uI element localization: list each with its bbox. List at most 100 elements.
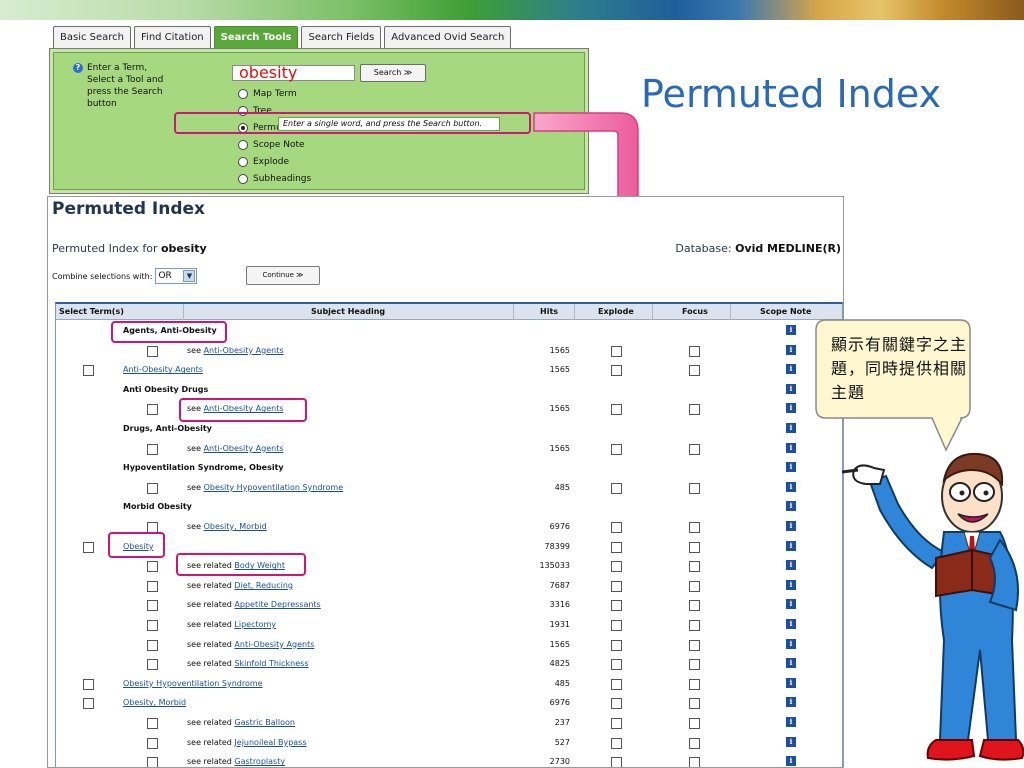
focus-checkbox[interactable]	[689, 659, 700, 671]
explode-checkbox[interactable]	[611, 580, 622, 592]
explode-checkbox[interactable]	[611, 757, 622, 767]
tab-search-tools[interactable]: Search Tools	[213, 26, 299, 48]
focus-checkbox[interactable]	[689, 345, 700, 357]
select-checkbox[interactable]	[147, 639, 158, 651]
combine-operator-select[interactable]: OR ▼	[155, 268, 198, 284]
select-checkbox[interactable]	[147, 443, 158, 455]
scope-note-icon[interactable]: i	[786, 736, 796, 747]
tab-advanced-ovid-search[interactable]: Advanced Ovid Search	[384, 26, 512, 48]
focus-checkbox[interactable]	[689, 365, 700, 377]
explode-checkbox[interactable]	[611, 541, 622, 553]
explode-checkbox[interactable]	[611, 718, 622, 729]
select-checkbox[interactable]	[147, 561, 158, 573]
focus-checkbox[interactable]	[689, 678, 700, 690]
select-checkbox[interactable]	[147, 580, 158, 592]
focus-checkbox[interactable]	[689, 482, 700, 494]
select-checkbox[interactable]	[147, 718, 158, 729]
subject-heading-link[interactable]: Gastroplasty	[234, 757, 285, 766]
explode-checkbox[interactable]	[611, 698, 622, 710]
select-checkbox[interactable]	[147, 404, 158, 416]
explode-checkbox[interactable]	[611, 443, 622, 455]
explode-checkbox[interactable]	[611, 522, 622, 533]
scope-note-icon[interactable]: i	[786, 442, 796, 453]
select-checkbox[interactable]	[147, 620, 158, 631]
tab-basic-search[interactable]: Basic Search	[53, 26, 132, 48]
explode-checkbox[interactable]	[611, 737, 622, 749]
focus-checkbox[interactable]	[689, 580, 700, 592]
explode-checkbox[interactable]	[611, 482, 622, 494]
tool-option-scope-note[interactable]: Scope Note	[238, 138, 305, 152]
explode-checkbox[interactable]	[611, 639, 622, 651]
explode-checkbox[interactable]	[611, 561, 622, 573]
tool-option-map-term[interactable]: Map Term	[238, 87, 297, 101]
radio-button[interactable]	[238, 89, 248, 99]
scope-note-icon[interactable]: i	[786, 481, 796, 492]
scope-note-icon[interactable]: i	[786, 462, 796, 473]
select-checkbox[interactable]	[83, 698, 94, 710]
scope-note-icon[interactable]: i	[786, 325, 796, 335]
focus-checkbox[interactable]	[689, 757, 700, 767]
focus-checkbox[interactable]	[689, 561, 700, 573]
focus-checkbox[interactable]	[689, 718, 700, 729]
radio-button[interactable]	[238, 174, 248, 184]
explode-checkbox[interactable]	[611, 404, 622, 416]
scope-note-icon[interactable]: i	[786, 756, 796, 767]
tab-find-citation[interactable]: Find Citation	[134, 26, 211, 48]
focus-checkbox[interactable]	[689, 639, 700, 651]
subject-heading-link[interactable]: Anti-Obesity Agents	[204, 444, 284, 453]
select-checkbox[interactable]	[147, 345, 158, 357]
explode-checkbox[interactable]	[611, 659, 622, 671]
focus-checkbox[interactable]	[689, 541, 700, 553]
subject-heading-link[interactable]: Anti-Obesity Agents	[234, 640, 314, 649]
subject-heading-link[interactable]: Appetite Depressants	[234, 600, 320, 609]
scope-note-icon[interactable]: i	[786, 677, 796, 688]
explode-checkbox[interactable]	[611, 678, 622, 690]
scope-note-icon[interactable]: i	[786, 658, 796, 669]
radio-button[interactable]	[238, 157, 248, 167]
explode-checkbox[interactable]	[611, 365, 622, 377]
subject-heading-link[interactable]: Obesity Hypoventilation Syndrome	[123, 679, 263, 688]
chevron-down-icon[interactable]: ▼	[183, 270, 196, 282]
search-button[interactable]: Search ≫	[360, 64, 426, 82]
focus-checkbox[interactable]	[689, 620, 700, 631]
focus-checkbox[interactable]	[689, 600, 700, 612]
select-checkbox[interactable]	[147, 757, 158, 767]
select-checkbox[interactable]	[83, 365, 94, 377]
scope-note-icon[interactable]: i	[786, 364, 796, 375]
scope-note-icon[interactable]: i	[786, 521, 796, 531]
continue-button[interactable]: Continue ≫	[246, 266, 320, 285]
scope-note-icon[interactable]: i	[786, 560, 796, 571]
focus-checkbox[interactable]	[689, 443, 700, 455]
scope-note-icon[interactable]: i	[786, 403, 796, 414]
select-checkbox[interactable]	[147, 737, 158, 749]
subject-heading-link[interactable]: Obesity, Morbid	[123, 698, 186, 707]
select-checkbox[interactable]	[83, 541, 94, 553]
tab-search-fields[interactable]: Search Fields	[301, 26, 382, 48]
search-term-input[interactable]: obesity	[232, 65, 355, 81]
subject-heading-link[interactable]: Diet, Reducing	[234, 581, 293, 590]
scope-note-icon[interactable]: i	[786, 383, 796, 394]
scope-note-icon[interactable]: i	[786, 599, 796, 610]
scope-note-icon[interactable]: i	[786, 619, 796, 629]
focus-checkbox[interactable]	[689, 737, 700, 749]
subject-heading-link[interactable]: Skinfold Thickness	[234, 659, 308, 668]
scope-note-icon[interactable]: i	[786, 423, 796, 433]
focus-checkbox[interactable]	[689, 404, 700, 416]
tool-option-subheadings[interactable]: Subheadings	[238, 172, 311, 186]
focus-checkbox[interactable]	[689, 522, 700, 533]
select-checkbox[interactable]	[83, 678, 94, 690]
tool-option-explode[interactable]: Explode	[238, 155, 289, 169]
scope-note-icon[interactable]: i	[786, 638, 796, 649]
explode-checkbox[interactable]	[611, 600, 622, 612]
select-checkbox[interactable]	[147, 482, 158, 494]
subject-heading-link[interactable]: Anti-Obesity Agents	[123, 365, 203, 374]
subject-heading-link[interactable]: Jejunoileal Bypass	[234, 738, 306, 747]
scope-note-icon[interactable]: i	[786, 697, 796, 708]
subject-heading-link[interactable]: Lipectomy	[234, 620, 276, 629]
explode-checkbox[interactable]	[611, 620, 622, 631]
subject-heading-link[interactable]: Obesity, Morbid	[204, 522, 267, 531]
scope-note-icon[interactable]: i	[786, 540, 796, 551]
select-checkbox[interactable]	[147, 659, 158, 671]
subject-heading-link[interactable]: Obesity Hypoventilation Syndrome	[204, 483, 344, 492]
explode-checkbox[interactable]	[611, 345, 622, 357]
